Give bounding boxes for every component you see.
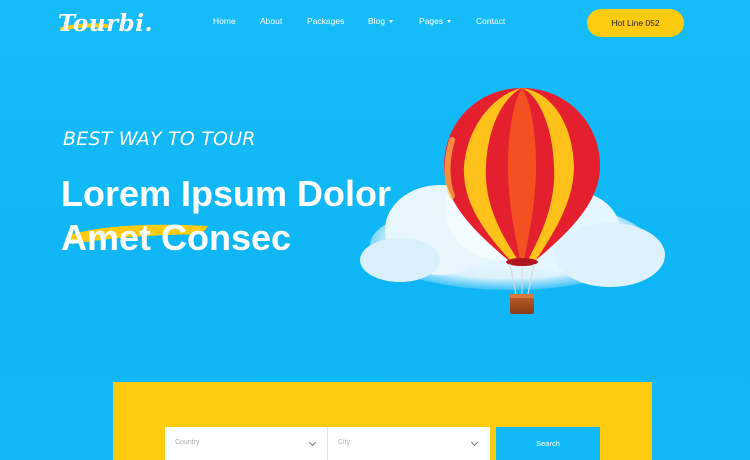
caret-down-icon xyxy=(447,19,452,23)
city-select[interactable]: City xyxy=(327,427,489,460)
nav-packages[interactable]: Packages xyxy=(307,16,344,26)
hero-headline: Lorem Ipsum Dolor Amet Consec xyxy=(61,172,391,260)
nav-about[interactable]: About xyxy=(260,16,282,26)
nav-blog-label: Blog xyxy=(368,16,386,26)
nav-home[interactable]: Home xyxy=(213,16,236,26)
hotline-button[interactable]: Hot Line 052 xyxy=(587,9,684,37)
hero-illustration xyxy=(360,88,665,314)
city-select-placeholder: City xyxy=(338,439,351,446)
hero-headline-line-2: Amet Consec xyxy=(61,217,292,258)
chevron-down-icon xyxy=(308,438,317,447)
search-button[interactable]: Search xyxy=(496,427,600,460)
country-select[interactable]: Country xyxy=(165,427,327,460)
nav-pages-label: Pages xyxy=(419,16,444,26)
country-select-placeholder: Country xyxy=(175,439,200,446)
hero-tagline: BEST WAY TO TOUR xyxy=(63,128,256,150)
logo[interactable]: Tourbi. xyxy=(58,10,153,37)
nav-pages[interactable]: Pages xyxy=(419,16,452,26)
search-form: Country City xyxy=(165,427,490,460)
nav-blog[interactable]: Blog xyxy=(368,16,394,26)
caret-down-icon xyxy=(389,19,394,23)
hero-headline-line-1: Lorem Ipsum Dolor xyxy=(61,173,392,214)
nav-contact[interactable]: Contact xyxy=(476,16,505,26)
chevron-down-icon xyxy=(470,438,479,447)
